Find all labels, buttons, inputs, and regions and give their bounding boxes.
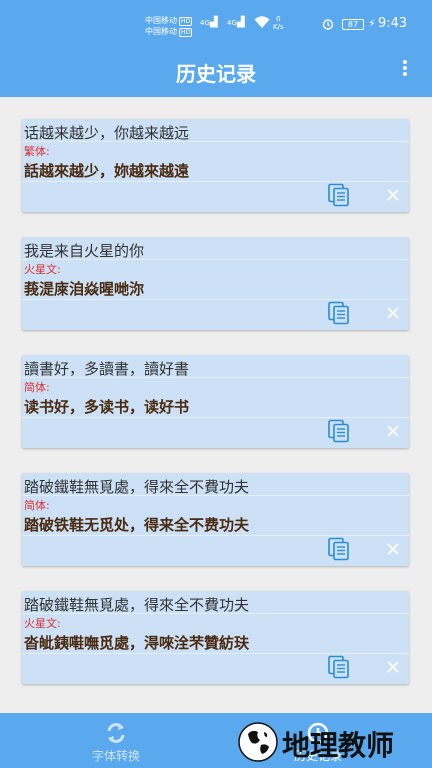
- signal-1-icon: 4G▟: [200, 17, 218, 28]
- alarm-icon: [322, 19, 334, 30]
- conversion-type-label: 繁体:: [24, 145, 50, 158]
- battery-icon: 87: [342, 19, 364, 30]
- copy-icon[interactable]: [327, 183, 351, 207]
- delete-icon[interactable]: [382, 302, 404, 324]
- carrier-1: 中国移动: [145, 16, 177, 25]
- hd-badge-1: HD: [179, 17, 193, 26]
- history-card: 话越来越少，你越来越远 繁体: 話越來越少，妳越來越遠: [22, 119, 409, 212]
- tab-font-convert[interactable]: 字体转换: [56, 713, 176, 768]
- source-text: 踏破鐵鞋無覓處，得來全不費功夫: [24, 478, 250, 496]
- history-card: 踏破鐵鞋無覓處，得來全不費功夫 简体: 踏破铁鞋无觅处，得来全不费功夫: [22, 473, 409, 566]
- source-text: 话越来越少，你越来越远: [24, 124, 190, 142]
- app-bar: 历史记录: [0, 44, 432, 97]
- delete-icon[interactable]: [382, 420, 404, 442]
- carrier-info: 中国移动 HD 中国移动 HD: [145, 15, 193, 37]
- divider: [22, 653, 409, 654]
- result-text: 读书好，多读书，读好书: [24, 398, 190, 416]
- divider: [22, 377, 409, 378]
- conversion-type-label: 火星文:: [24, 263, 61, 276]
- divider: [22, 181, 409, 182]
- delete-icon[interactable]: [382, 184, 404, 206]
- globe-logo-icon: [238, 722, 278, 762]
- history-list[interactable]: 话越来越少，你越来越远 繁体: 話越來越少，妳越來越遠 我是来自火星的你 火星文…: [0, 97, 432, 713]
- more-vertical-icon[interactable]: [397, 58, 413, 82]
- copy-icon[interactable]: [327, 655, 351, 679]
- source-text: 讀書好，多讀書，讀好書: [24, 360, 190, 378]
- network-speed: 0 K/s: [273, 15, 284, 31]
- page-title: 历史记录: [176, 62, 256, 86]
- refresh-icon: [107, 723, 125, 743]
- watermark: 地理教师: [236, 718, 432, 768]
- result-text: 沓皉銕嚡嘸觅處，淂唻洤芣贊紡玞: [24, 634, 250, 652]
- copy-icon[interactable]: [327, 537, 351, 561]
- copy-icon[interactable]: [327, 301, 351, 325]
- charging-icon: ⚡: [368, 17, 376, 30]
- source-text: 我是来自火星的你: [24, 242, 145, 260]
- divider: [22, 417, 409, 418]
- tab-font-convert-label: 字体转换: [91, 749, 140, 763]
- divider: [22, 495, 409, 496]
- result-text: 踏破铁鞋无觅处，得来全不费功夫: [24, 516, 250, 534]
- hd-badge-2: HD: [179, 28, 193, 37]
- result-text: 莪湜庲洎焱暒哋沵: [24, 280, 145, 298]
- clock: 9:43: [378, 16, 408, 31]
- delete-icon[interactable]: [382, 656, 404, 678]
- copy-icon[interactable]: [327, 419, 351, 443]
- wifi-icon: [254, 16, 270, 28]
- conversion-type-label: 火星文:: [24, 617, 61, 630]
- delete-icon[interactable]: [382, 538, 404, 560]
- status-bar: 中国移动 HD 中国移动 HD 4G▟ 4G▟ 0 K/s 87 ⚡ 9:43: [0, 0, 432, 44]
- history-card: 讀書好，多讀書，讀好書 简体: 读书好，多读书，读好书: [22, 355, 409, 448]
- source-text: 踏破鐵鞋無覓處，得來全不費功夫: [24, 596, 250, 614]
- history-card: 踏破鐵鞋無覓處，得來全不費功夫 火星文: 沓皉銕嚡嘸觅處，淂唻洤芣贊紡玞: [22, 591, 409, 684]
- signal-2-icon: 4G▟: [227, 17, 245, 28]
- divider: [22, 535, 409, 536]
- divider: [22, 141, 409, 142]
- history-card: 我是来自火星的你 火星文: 莪湜庲洎焱暒哋沵: [22, 237, 409, 330]
- watermark-text: 地理教师: [282, 729, 395, 762]
- carrier-2: 中国移动: [145, 27, 177, 36]
- conversion-type-label: 简体:: [24, 499, 50, 512]
- conversion-type-label: 简体:: [24, 381, 50, 394]
- divider: [22, 259, 409, 260]
- result-text: 話越來越少，妳越來越遠: [24, 162, 190, 180]
- divider: [22, 613, 409, 614]
- divider: [22, 299, 409, 300]
